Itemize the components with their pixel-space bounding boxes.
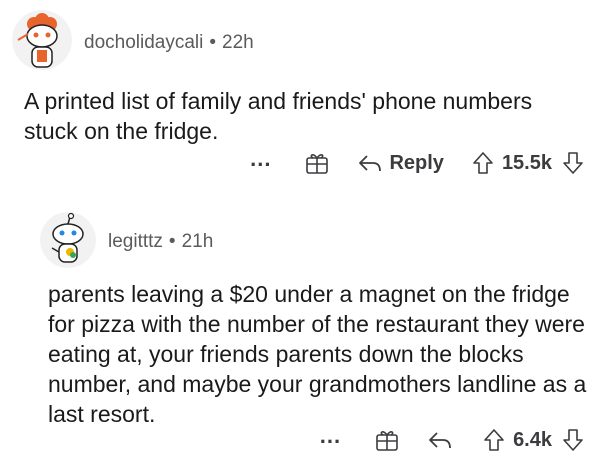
more-options-button[interactable]: ... (320, 425, 341, 449)
gift-icon (376, 431, 398, 451)
more-options-button[interactable]: ... (250, 148, 271, 172)
downvote-button[interactable] (562, 428, 584, 452)
award-button[interactable] (375, 428, 427, 452)
downvote-button[interactable] (562, 151, 584, 175)
avatar[interactable] (40, 212, 96, 268)
author-name[interactable]: legitttz (108, 231, 163, 252)
comment-age: 21h (181, 231, 214, 252)
reply-label: Reply (389, 151, 444, 174)
reply-icon (429, 432, 451, 449)
comment-actions: ... Reply 15.5k (250, 148, 584, 178)
upvote-icon (473, 152, 493, 174)
reply-icon (359, 155, 382, 172)
award-button[interactable] (305, 151, 357, 175)
author-name[interactable]: docholidaycali (84, 32, 203, 53)
snoo-avatar-icon (12, 10, 72, 70)
comment-body: A printed list of family and friends' ph… (24, 88, 533, 144)
author-line: docholidaycali • 22h (84, 32, 254, 54)
author-line: legitttz • 21h (108, 231, 213, 253)
upvote-icon (484, 429, 504, 451)
reply-button[interactable]: Reply (357, 152, 471, 175)
separator-dot: • (209, 32, 217, 53)
gift-icon (306, 154, 329, 174)
downvote-icon (563, 152, 583, 174)
vote-score: 6.4k (513, 428, 552, 451)
comment: docholidaycali • 22h A printed list of fam… (0, 0, 600, 200)
snoo-avatar-icon (40, 212, 96, 268)
separator-dot: • (168, 231, 176, 252)
upvote-button[interactable] (483, 428, 513, 452)
comment-actions: ... 6.4k (320, 425, 584, 455)
comment-age: 22h (222, 32, 254, 53)
comment-body: parents leaving a $20 under a magnet on … (48, 281, 587, 427)
comment: legitttz • 21h parents leaving a $20 under… (0, 200, 600, 464)
vote-score: 15.5k (501, 151, 552, 174)
upvote-button[interactable] (472, 151, 502, 175)
downvote-icon (563, 429, 583, 451)
avatar[interactable] (12, 10, 72, 70)
reply-button[interactable] (427, 430, 483, 450)
